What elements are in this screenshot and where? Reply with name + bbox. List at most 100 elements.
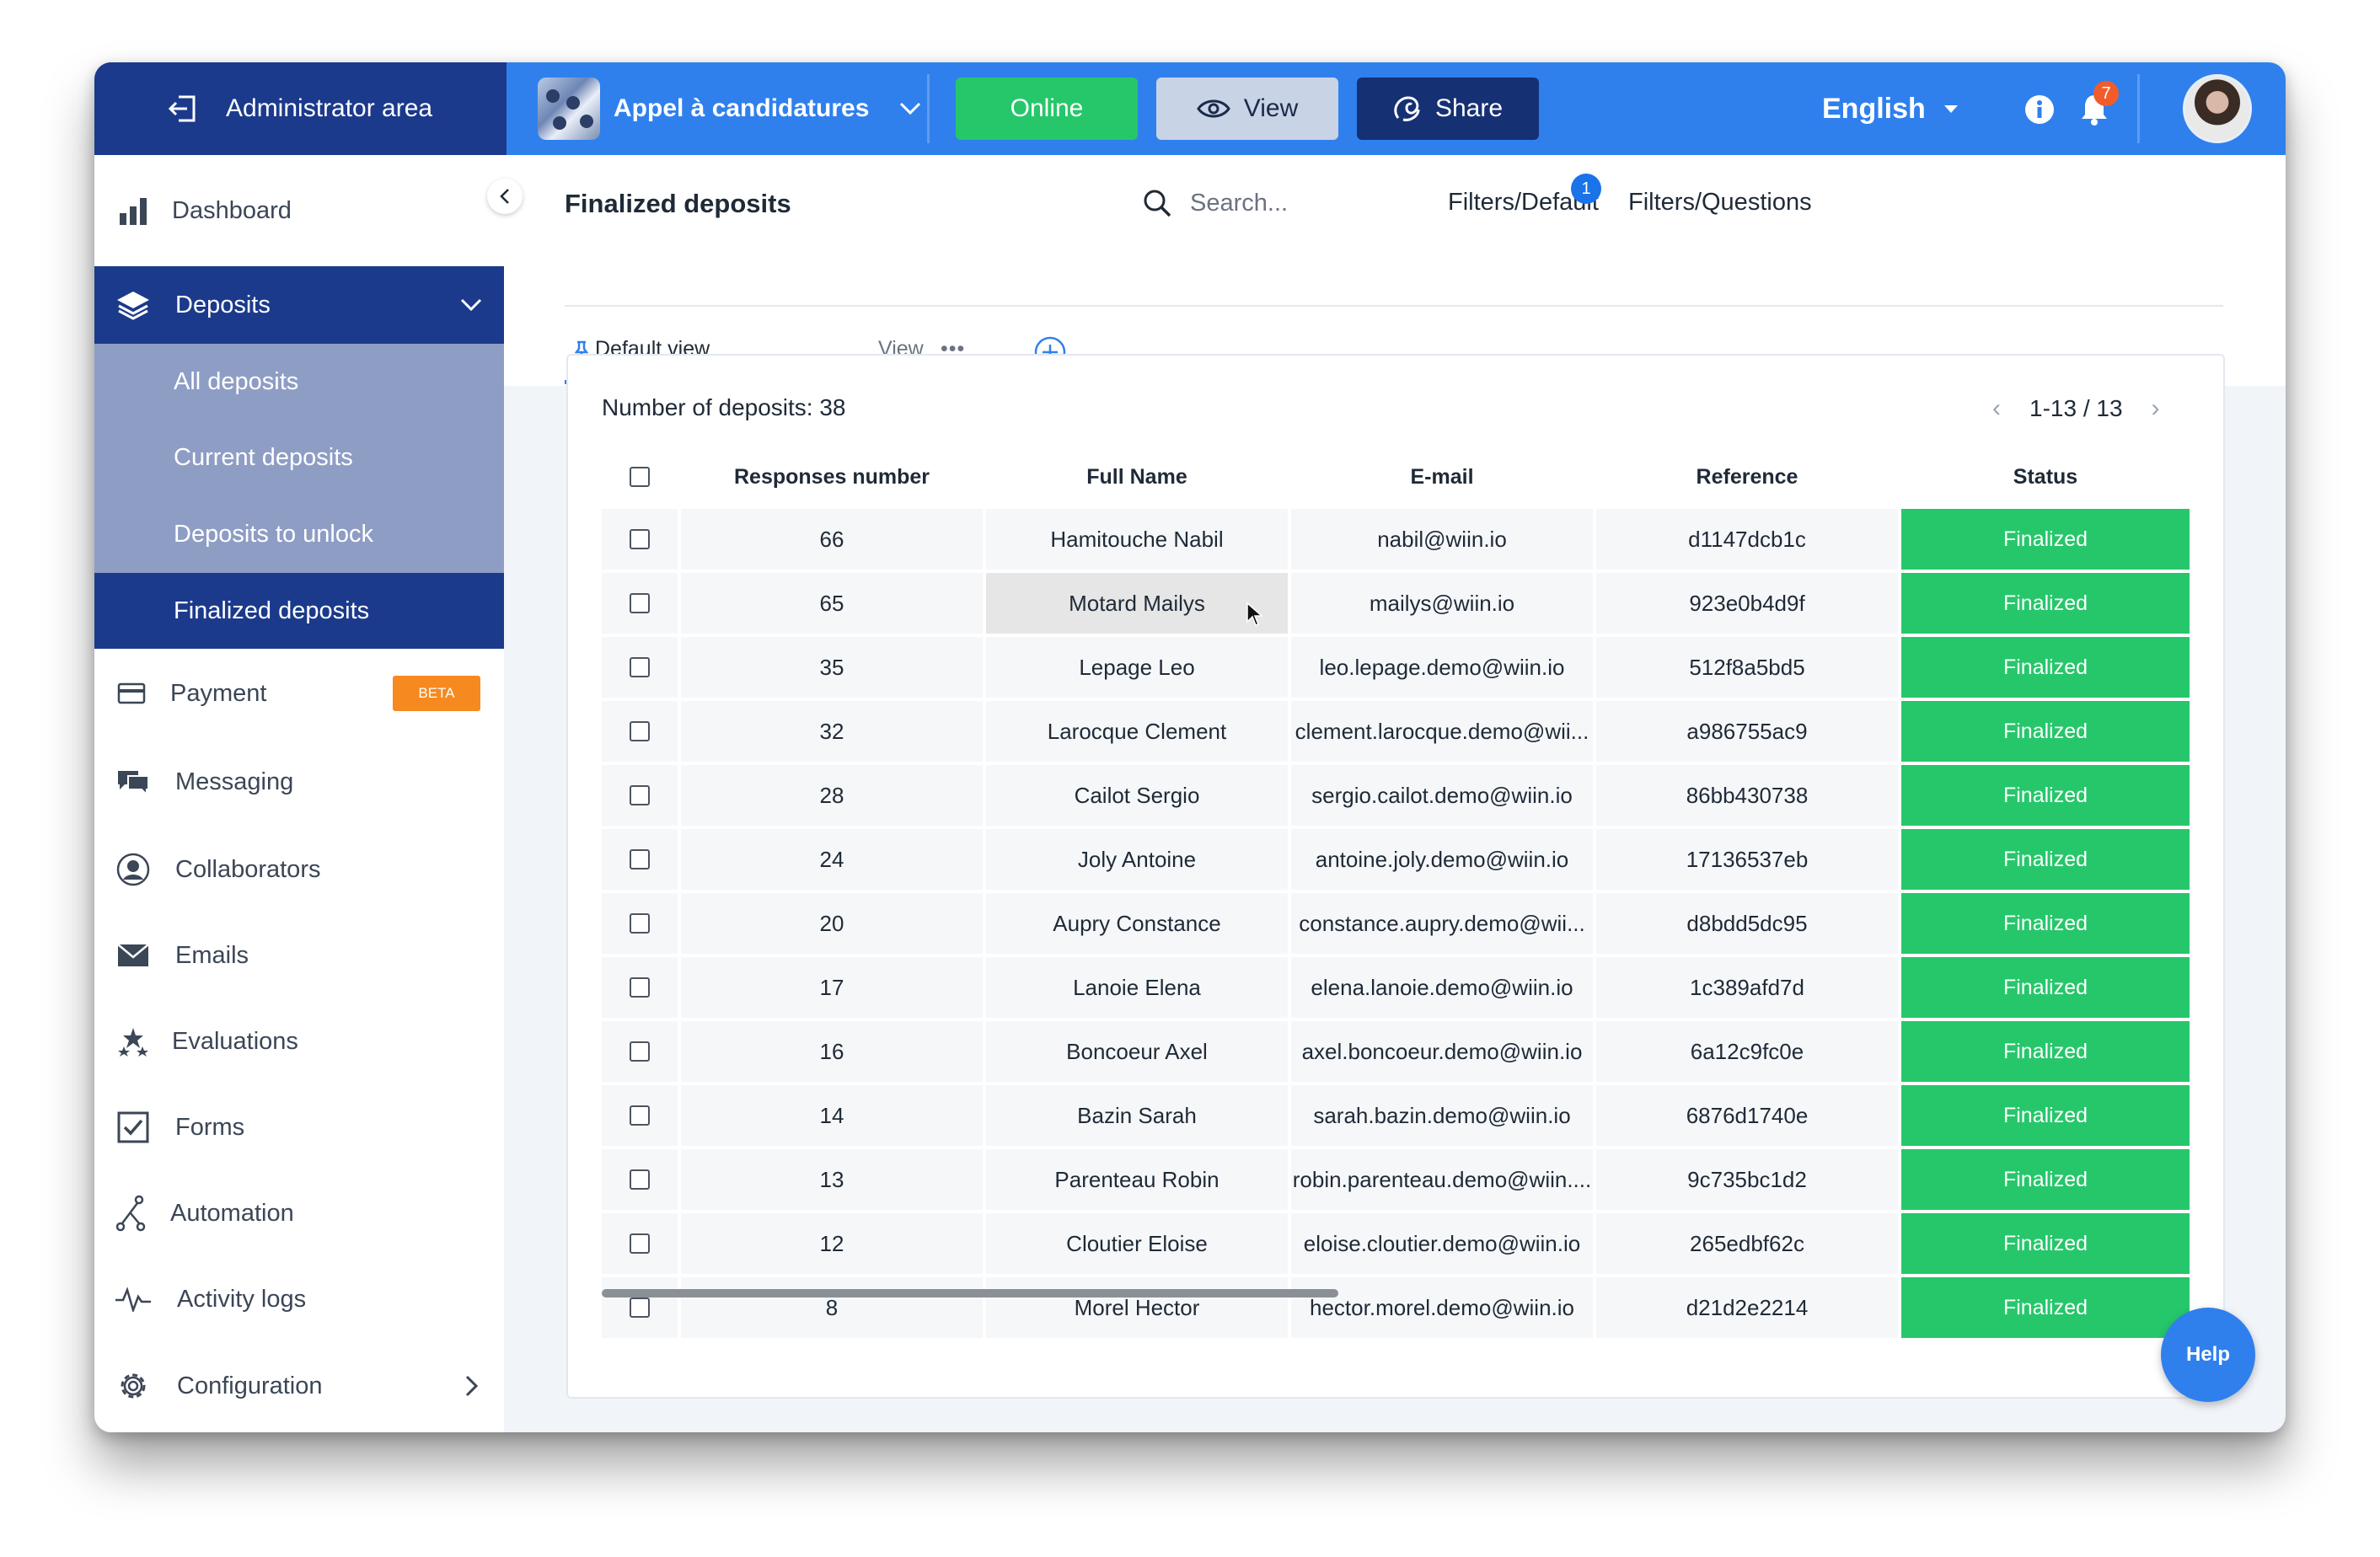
status-cell[interactable]: Finalized (1901, 1085, 2190, 1146)
full-name-cell[interactable]: Bazin Sarah (986, 1085, 1288, 1146)
table-row[interactable]: 8 Morel Hector hector.morel.demo@wiin.io d2… (602, 1277, 2190, 1341)
column-header-full-name[interactable]: Full Name (986, 445, 1288, 509)
sidebar-item-evaluations[interactable]: Evaluations (94, 998, 504, 1085)
row-checkbox[interactable] (630, 1298, 650, 1318)
full-name-cell[interactable]: Aupry Constance (986, 893, 1288, 954)
row-checkbox[interactable] (630, 593, 650, 613)
column-header-status[interactable]: Status (1901, 445, 2190, 509)
reference-cell[interactable]: 6a12c9fc0e (1596, 1021, 1898, 1082)
sidebar-item-collaborators[interactable]: Collaborators (94, 826, 504, 913)
sidebar-item-current-deposits[interactable]: Current deposits (94, 420, 504, 495)
column-header-email[interactable]: E-mail (1291, 445, 1593, 509)
horizontal-scrollbar[interactable] (602, 1289, 1338, 1298)
next-page-button[interactable]: › (2152, 394, 2160, 423)
sidebar-item-messaging[interactable]: Messaging (94, 738, 504, 826)
row-checkbox[interactable] (630, 529, 650, 549)
full-name-cell[interactable]: Boncoeur Axel (986, 1021, 1288, 1082)
reference-cell[interactable]: 86bb430738 (1596, 765, 1898, 826)
sidebar-item-emails[interactable]: Emails (94, 913, 504, 998)
row-checkbox[interactable] (630, 785, 650, 805)
email-cell[interactable]: mailys@wiin.io (1291, 573, 1593, 634)
email-cell[interactable]: antoine.joly.demo@wiin.io (1291, 829, 1593, 890)
responses-cell[interactable]: 24 (681, 829, 983, 890)
previous-page-button[interactable]: ‹ (1992, 394, 2001, 423)
table-row[interactable]: 14 Bazin Sarah sarah.bazin.demo@wiin.io 687… (602, 1085, 2190, 1149)
responses-cell[interactable]: 32 (681, 701, 983, 762)
email-cell[interactable]: leo.lepage.demo@wiin.io (1291, 637, 1593, 698)
sidebar-item-finalized-deposits[interactable]: Finalized deposits (94, 573, 504, 649)
email-cell[interactable]: sarah.bazin.demo@wiin.io (1291, 1085, 1593, 1146)
row-checkbox[interactable] (630, 913, 650, 934)
reference-cell[interactable]: 1c389afd7d (1596, 957, 1898, 1018)
row-checkbox[interactable] (630, 1169, 650, 1190)
full-name-cell[interactable]: Motard Mailys (986, 573, 1288, 634)
sidebar-item-activity-logs[interactable]: Activity logs (94, 1257, 504, 1341)
reference-cell[interactable]: 6876d1740e (1596, 1085, 1898, 1146)
email-cell[interactable]: nabil@wiin.io (1291, 509, 1593, 570)
search-input[interactable]: Search... (1143, 189, 1288, 217)
collapse-sidebar-button[interactable] (487, 179, 523, 214)
full-name-cell[interactable]: Hamitouche Nabil (986, 509, 1288, 570)
reference-cell[interactable]: d1147dcb1c (1596, 509, 1898, 570)
reference-cell[interactable]: 9c735bc1d2 (1596, 1149, 1898, 1210)
responses-cell[interactable]: 14 (681, 1085, 983, 1146)
share-button[interactable]: Share (1357, 78, 1539, 140)
sidebar-item-configuration[interactable]: Configuration (94, 1341, 504, 1431)
email-cell[interactable]: robin.parenteau.demo@wiin.... (1291, 1149, 1593, 1210)
full-name-cell[interactable]: Cailot Sergio (986, 765, 1288, 826)
status-cell[interactable]: Finalized (1901, 1277, 2190, 1338)
full-name-cell[interactable]: Parenteau Robin (986, 1149, 1288, 1210)
email-cell[interactable]: elena.lanoie.demo@wiin.io (1291, 957, 1593, 1018)
table-row[interactable]: 66 Hamitouche Nabil nabil@wiin.io d1147dcb1… (602, 509, 2190, 573)
table-row[interactable]: 28 Cailot Sergio sergio.cailot.demo@wiin.i… (602, 765, 2190, 829)
table-row[interactable]: 65 Motard Mailys mailys@wiin.io 923e0b4d9f F… (602, 573, 2190, 637)
sidebar-item-all-deposits[interactable]: All deposits (94, 344, 504, 420)
language-selector[interactable]: English (1822, 78, 1958, 140)
table-row[interactable]: 13 Parenteau Robin robin.parenteau.demo@wi… (602, 1149, 2190, 1213)
responses-cell[interactable]: 16 (681, 1021, 983, 1082)
email-cell[interactable]: constance.aupry.demo@wii... (1291, 893, 1593, 954)
responses-cell[interactable]: 20 (681, 893, 983, 954)
responses-cell[interactable]: 66 (681, 509, 983, 570)
sidebar-item-payment[interactable]: Payment BETA (94, 649, 504, 738)
filters-questions-link[interactable]: Filters/Questions (1628, 189, 1812, 217)
reference-cell[interactable]: a986755ac9 (1596, 701, 1898, 762)
full-name-cell[interactable]: Morel Hector (986, 1277, 1288, 1338)
status-cell[interactable]: Finalized (1901, 829, 2190, 890)
reference-cell[interactable]: d21d2e2214 (1596, 1277, 1898, 1338)
email-cell[interactable]: hector.morel.demo@wiin.io (1291, 1277, 1593, 1338)
table-row[interactable]: 12 Cloutier Eloise eloise.cloutier.demo@wi… (602, 1213, 2190, 1277)
status-cell[interactable]: Finalized (1901, 1021, 2190, 1082)
responses-cell[interactable]: 28 (681, 765, 983, 826)
table-row[interactable]: 35 Lepage Leo leo.lepage.demo@wiin.io 512f8… (602, 637, 2190, 701)
help-button[interactable]: Help (2161, 1308, 2255, 1402)
responses-cell[interactable]: 12 (681, 1213, 983, 1274)
sidebar-item-deposits-to-unlock[interactable]: Deposits to unlock (94, 495, 504, 573)
row-checkbox[interactable] (630, 657, 650, 677)
info-icon[interactable] (2024, 94, 2055, 125)
reference-cell[interactable]: d8bdd5dc95 (1596, 893, 1898, 954)
administrator-area-link[interactable]: Administrator area (94, 62, 504, 155)
reference-cell[interactable]: 17136537eb (1596, 829, 1898, 890)
row-checkbox[interactable] (630, 1233, 650, 1254)
full-name-cell[interactable]: Cloutier Eloise (986, 1213, 1288, 1274)
row-checkbox[interactable] (630, 721, 650, 741)
email-cell[interactable]: axel.boncoeur.demo@wiin.io (1291, 1021, 1593, 1082)
full-name-cell[interactable]: Lepage Leo (986, 637, 1288, 698)
online-button[interactable]: Online (956, 78, 1138, 140)
reference-cell[interactable]: 512f8a5bd5 (1596, 637, 1898, 698)
table-row[interactable]: 32 Larocque Clement clement.larocque.demo@… (602, 701, 2190, 765)
full-name-cell[interactable]: Lanoie Elena (986, 957, 1288, 1018)
row-checkbox[interactable] (630, 1105, 650, 1126)
full-name-cell[interactable]: Joly Antoine (986, 829, 1288, 890)
responses-cell[interactable]: 65 (681, 573, 983, 634)
select-all-checkbox[interactable] (630, 467, 650, 487)
responses-cell[interactable]: 17 (681, 957, 983, 1018)
email-cell[interactable]: sergio.cailot.demo@wiin.io (1291, 765, 1593, 826)
row-checkbox[interactable] (630, 849, 650, 869)
status-cell[interactable]: Finalized (1901, 637, 2190, 698)
status-cell[interactable]: Finalized (1901, 509, 2190, 570)
table-row[interactable]: 20 Aupry Constance constance.aupry.demo@wi… (602, 893, 2190, 957)
sidebar-item-forms[interactable]: Forms (94, 1085, 504, 1169)
status-cell[interactable]: Finalized (1901, 765, 2190, 826)
